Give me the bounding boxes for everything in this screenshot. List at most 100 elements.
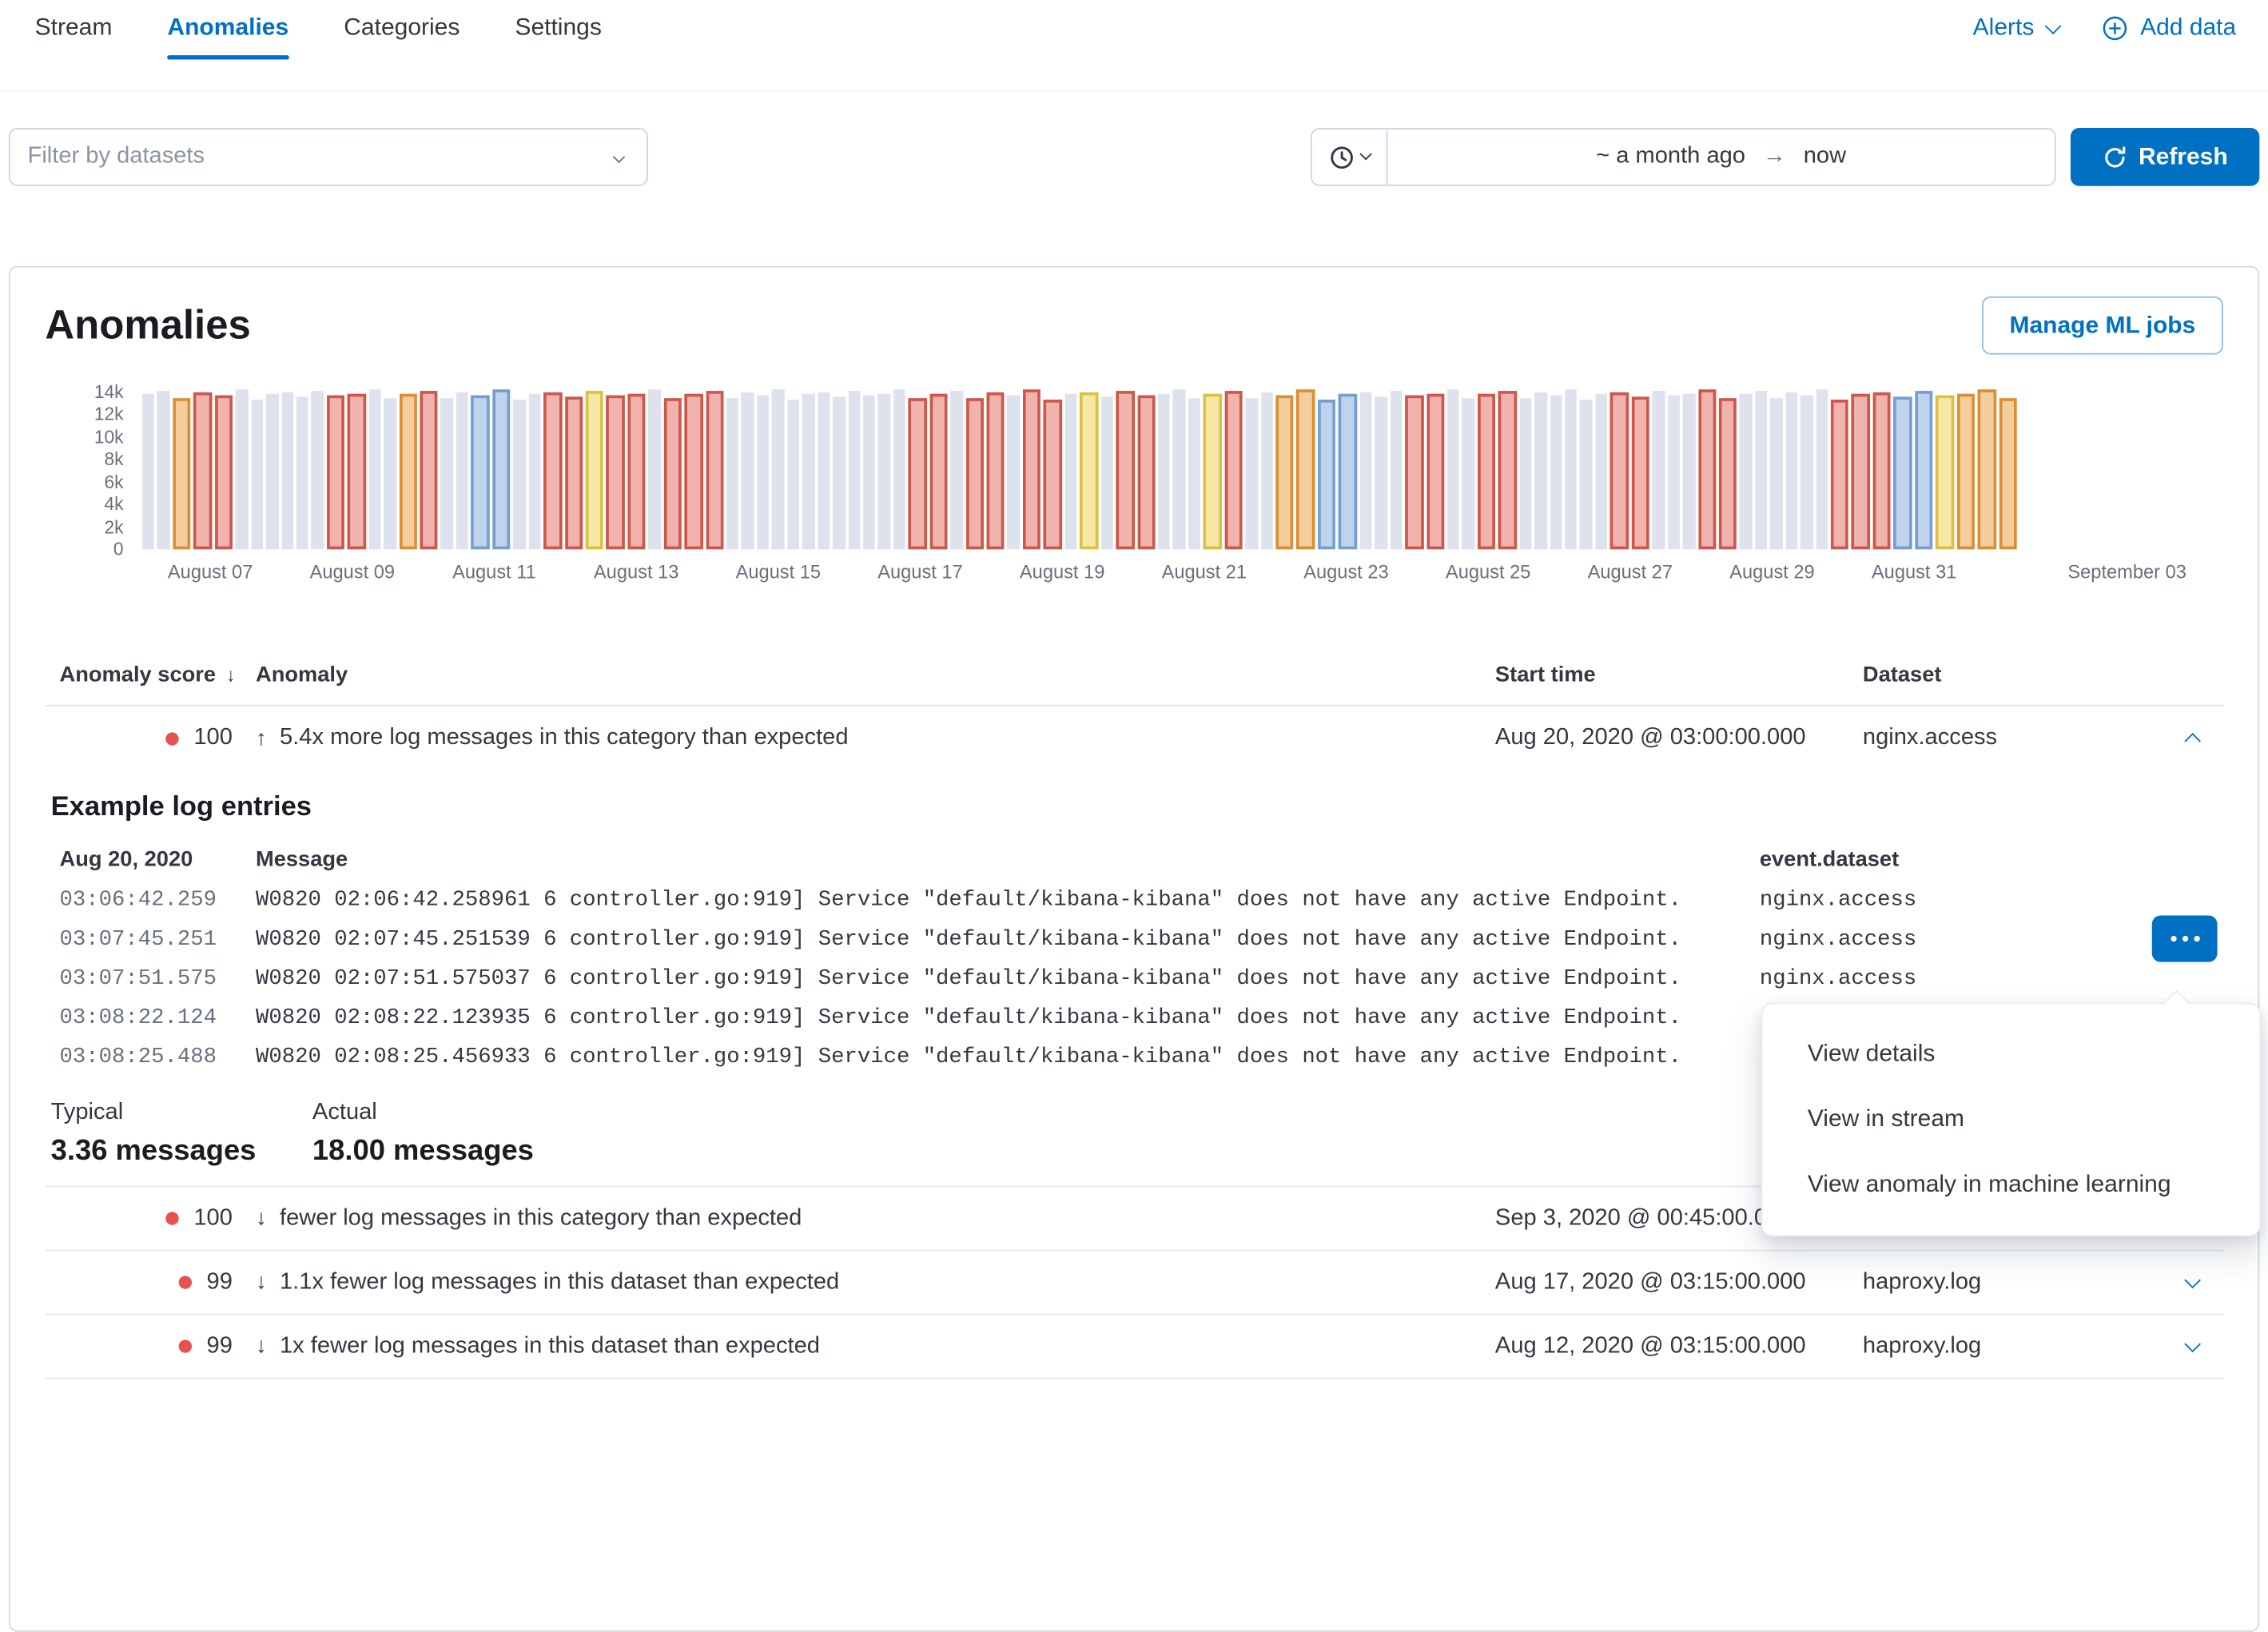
- chart-bar[interactable]: [1800, 396, 1812, 549]
- chart-bar-anomaly-red[interactable]: [663, 398, 682, 550]
- chart-bar[interactable]: [1359, 392, 1371, 550]
- chart-bar-anomaly-yellow[interactable]: [1204, 394, 1222, 549]
- dataset-filter-combobox[interactable]: [9, 128, 648, 186]
- chart-bar[interactable]: [1565, 390, 1577, 549]
- chart-bar[interactable]: [1770, 398, 1782, 550]
- chart-bar[interactable]: [1816, 390, 1828, 549]
- log-entry-row[interactable]: 03:06:42.259W0820 02:06:42.258961 6 cont…: [51, 881, 2218, 920]
- chart-bar[interactable]: [1245, 398, 1257, 550]
- log-entry-row[interactable]: 03:07:51.575W0820 02:07:51.575037 6 cont…: [51, 959, 2218, 998]
- tab-anomalies[interactable]: Anomalies: [167, 12, 288, 60]
- chart-bar-anomaly-red[interactable]: [348, 393, 366, 549]
- chart-bar-anomaly-orange[interactable]: [1297, 390, 1315, 549]
- chart-bar-anomaly-red[interactable]: [1116, 391, 1134, 549]
- chart-bar[interactable]: [1755, 391, 1767, 549]
- chart-bar-anomaly-yellow[interactable]: [586, 391, 604, 549]
- chart-bar-anomaly-red[interactable]: [420, 391, 438, 549]
- chart-bar[interactable]: [1785, 392, 1797, 550]
- menu-item-view-details[interactable]: View details: [1762, 1021, 2259, 1087]
- expand-toggle-button[interactable]: [2162, 1340, 2222, 1352]
- quick-select-button[interactable]: [1312, 129, 1388, 185]
- chart-bar-anomaly-blue[interactable]: [1318, 399, 1336, 549]
- chart-bar-anomaly-red[interactable]: [1831, 399, 1849, 549]
- chart-bar[interactable]: [757, 396, 769, 549]
- chart-bar[interactable]: [1462, 398, 1474, 550]
- chart-bar-anomaly-red[interactable]: [1023, 390, 1041, 549]
- chart-bar-anomaly-red[interactable]: [987, 392, 1005, 550]
- chart-bar-anomaly-red[interactable]: [909, 398, 927, 550]
- chart-bar-anomaly-red[interactable]: [1872, 392, 1891, 550]
- chart-bar-anomaly-red[interactable]: [1426, 393, 1445, 549]
- chart-bar[interactable]: [368, 390, 380, 549]
- anomaly-row[interactable]: 99↓1x fewer log messages in this dataset…: [45, 1315, 2222, 1379]
- chart-bar[interactable]: [833, 396, 845, 549]
- chart-bar[interactable]: [1260, 392, 1272, 550]
- date-range-button[interactable]: ~ a month ago → now: [1387, 129, 2055, 185]
- chart-bar-anomaly-red[interactable]: [607, 396, 625, 549]
- chart-bar[interactable]: [1595, 393, 1607, 549]
- chart-bar-anomaly-blue[interactable]: [1915, 391, 1933, 549]
- chart-bar-anomaly-blue[interactable]: [472, 396, 490, 549]
- chart-bar[interactable]: [1534, 392, 1546, 550]
- chart-bar-anomaly-orange[interactable]: [1956, 393, 1975, 549]
- chart-bar[interactable]: [1683, 393, 1695, 549]
- chart-bar-anomaly-red[interactable]: [685, 394, 703, 549]
- chart-bar-anomaly-red[interactable]: [1478, 394, 1496, 549]
- chart-bar[interactable]: [1580, 399, 1592, 549]
- chart-bar-anomaly-red[interactable]: [215, 396, 233, 549]
- expand-toggle-button[interactable]: [2162, 732, 2222, 744]
- chart-bar[interactable]: [281, 392, 293, 550]
- chart-bar-anomaly-blue[interactable]: [1894, 396, 1912, 549]
- chart-bar[interactable]: [1101, 396, 1113, 549]
- chart-bar[interactable]: [1008, 396, 1020, 549]
- chart-bar[interactable]: [1519, 398, 1531, 550]
- column-header-dataset[interactable]: Dataset: [1863, 663, 2163, 687]
- chart-bar[interactable]: [1447, 390, 1459, 549]
- chart-bar[interactable]: [950, 391, 962, 549]
- chart-bar-anomaly-red[interactable]: [1405, 396, 1423, 549]
- chart-bar-anomaly-red[interactable]: [706, 391, 724, 549]
- chart-bar[interactable]: [1173, 390, 1185, 549]
- chart-bar[interactable]: [1653, 391, 1665, 549]
- chart-bar-anomaly-red[interactable]: [543, 392, 562, 550]
- alerts-menu-button[interactable]: Alerts: [1973, 14, 2059, 42]
- chart-bar[interactable]: [296, 396, 308, 549]
- chart-bar[interactable]: [818, 392, 830, 550]
- log-entry-actions-button[interactable]: [2152, 915, 2218, 961]
- chart-bar-anomaly-red[interactable]: [1631, 396, 1649, 549]
- chart-bar-anomaly-red[interactable]: [1137, 396, 1156, 549]
- menu-item-view-in-stream[interactable]: View in stream: [1762, 1087, 2259, 1152]
- add-data-button[interactable]: Add data: [2103, 14, 2236, 42]
- chart-bar[interactable]: [1390, 391, 1402, 549]
- chart-bar[interactable]: [528, 393, 540, 549]
- chart-bar[interactable]: [742, 392, 754, 550]
- chart-bar-anomaly-red[interactable]: [965, 398, 984, 550]
- chart-bar[interactable]: [157, 391, 169, 549]
- chart-bar[interactable]: [1740, 394, 1752, 549]
- tab-settings[interactable]: Settings: [515, 12, 601, 60]
- chart-bar[interactable]: [863, 396, 875, 549]
- chart-bar[interactable]: [312, 391, 324, 549]
- column-header-anomaly[interactable]: Anomaly: [256, 663, 1495, 687]
- chart-bar-anomaly-orange[interactable]: [399, 394, 417, 549]
- chart-bar-anomaly-orange[interactable]: [1999, 398, 2017, 550]
- anomaly-row[interactable]: 99↓1.1x fewer log messages in this datas…: [45, 1251, 2222, 1315]
- chart-bar[interactable]: [848, 391, 860, 549]
- chart-bar[interactable]: [878, 393, 890, 549]
- chart-bar[interactable]: [384, 398, 396, 550]
- refresh-button[interactable]: Refresh: [2071, 128, 2259, 186]
- chart-bar-anomaly-yellow[interactable]: [1080, 392, 1098, 550]
- chart-bar-anomaly-orange[interactable]: [1275, 396, 1294, 549]
- chart-bar[interactable]: [802, 393, 814, 549]
- manage-ml-jobs-button[interactable]: Manage ML jobs: [1982, 297, 2223, 355]
- chart-bar[interactable]: [266, 393, 278, 549]
- chart-bar[interactable]: [142, 394, 154, 549]
- chart-bar-anomaly-blue[interactable]: [1339, 393, 1357, 549]
- chart-bar[interactable]: [787, 399, 799, 549]
- chart-bar[interactable]: [251, 399, 263, 549]
- chart-bar-anomaly-blue[interactable]: [492, 390, 511, 549]
- chart-bar[interactable]: [1375, 396, 1387, 549]
- tab-stream[interactable]: Stream: [35, 12, 113, 60]
- chart-bar-anomaly-red[interactable]: [1610, 392, 1629, 550]
- chart-bar-anomaly-red[interactable]: [193, 392, 212, 550]
